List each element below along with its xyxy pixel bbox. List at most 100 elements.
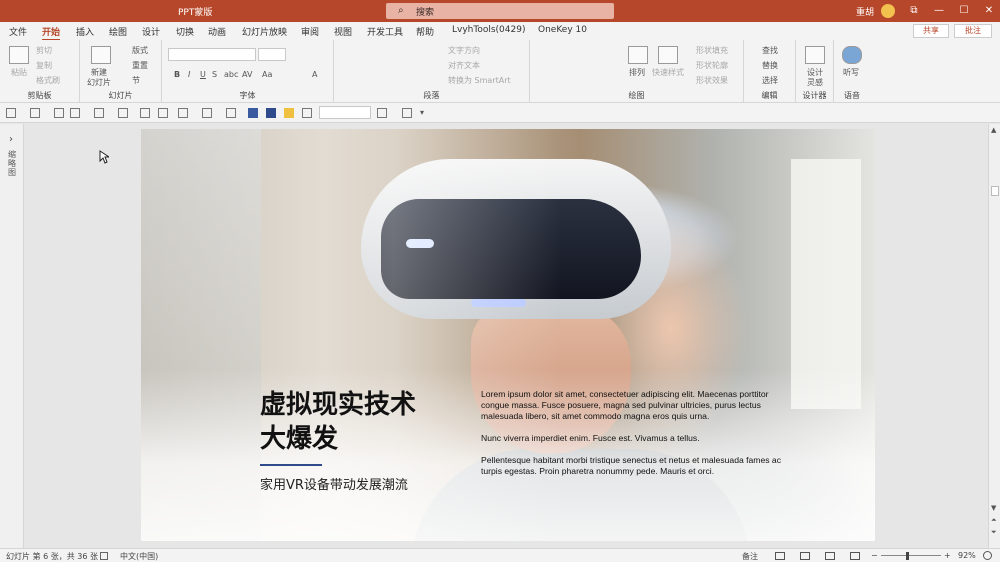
scroll-up-icon[interactable]: ▲	[991, 126, 996, 134]
font-name-combo[interactable]	[168, 48, 256, 61]
change-case-button[interactable]: Aa	[262, 70, 272, 79]
tab-transitions[interactable]: 切换	[176, 25, 194, 38]
merge-shapes-icon[interactable]	[94, 108, 104, 118]
copy-button[interactable]: 复制	[36, 60, 52, 71]
bold-button[interactable]: B	[174, 70, 180, 79]
replace-button[interactable]: 替换	[762, 60, 778, 71]
window-icon[interactable]	[402, 108, 412, 118]
slide-title[interactable]: 虚拟现实技术 大爆发	[260, 388, 480, 456]
slide-sorter-icon[interactable]	[800, 552, 810, 560]
pen-icon[interactable]	[118, 108, 128, 118]
avatar[interactable]	[881, 4, 895, 18]
zoom-out-button[interactable]: −	[871, 551, 878, 560]
color-swatch-icon[interactable]	[248, 108, 258, 118]
brush-icon[interactable]	[54, 108, 64, 118]
font-color-button[interactable]: A	[312, 70, 317, 79]
zoom-in-button[interactable]: +	[944, 551, 951, 560]
select-button[interactable]: 选择	[762, 75, 778, 86]
edit-icon[interactable]	[178, 108, 188, 118]
shape-effects-button[interactable]: 形状效果	[696, 75, 728, 86]
new-slide-button-2[interactable]: 幻灯片	[87, 77, 111, 88]
group-icon[interactable]	[158, 108, 168, 118]
align-icon[interactable]	[6, 108, 16, 118]
dictate-button[interactable]: 听写	[843, 67, 859, 78]
section-button[interactable]: 节	[132, 75, 140, 86]
scroll-thumb[interactable]	[991, 186, 999, 196]
tab-animations[interactable]: 动画	[208, 25, 226, 38]
underline-button[interactable]: U	[200, 70, 206, 79]
comments-button[interactable]: 批注	[954, 24, 992, 38]
zoom-slider-knob[interactable]	[906, 552, 909, 560]
char-spacing-button[interactable]: AV	[242, 70, 252, 79]
find-button[interactable]: 查找	[762, 45, 778, 56]
tab-developer[interactable]: 开发工具	[367, 25, 403, 38]
reset-button[interactable]: 重置	[132, 60, 148, 71]
quick-styles-button[interactable]: 快速样式	[652, 67, 684, 78]
vertical-scrollbar[interactable]: ▲ ▼ ⏶ ⏷	[988, 124, 1000, 548]
zoom-slider[interactable]	[881, 555, 941, 556]
next-slide-icon[interactable]: ⏷	[991, 528, 997, 537]
tab-lvyhtools[interactable]: LvyhTools(0429)	[452, 25, 525, 35]
text-direction-button[interactable]: 文字方向	[448, 45, 480, 56]
shadow-button[interactable]: abc	[224, 70, 238, 79]
frame-icon[interactable]	[302, 108, 312, 118]
shape-fill-button[interactable]: 形状填充	[696, 45, 728, 56]
shape-color-icon[interactable]	[266, 108, 276, 118]
highlight-icon[interactable]	[284, 108, 294, 118]
tab-file[interactable]: 文件	[9, 25, 27, 38]
shape-icon[interactable]	[70, 108, 80, 118]
share-button[interactable]: 共享	[913, 24, 949, 38]
italic-button[interactable]: I	[188, 70, 190, 79]
crop-icon[interactable]	[140, 108, 150, 118]
prev-slide-icon[interactable]: ⏶	[991, 516, 997, 525]
shape-outline-button[interactable]: 形状轮廓	[696, 60, 728, 71]
spellcheck-icon[interactable]	[100, 552, 108, 560]
slide-subtitle[interactable]: 家用VR设备带动发展潮流	[260, 474, 500, 493]
tab-design[interactable]: 设计	[142, 25, 160, 38]
fill-icon[interactable]	[202, 108, 212, 118]
user-name[interactable]: 重胡	[856, 5, 874, 18]
tab-review[interactable]: 审阅	[301, 25, 319, 38]
notes-button[interactable]: 备注	[742, 551, 758, 562]
paste-button[interactable]: 粘贴	[11, 67, 27, 78]
outline-icon[interactable]	[226, 108, 236, 118]
tab-view[interactable]: 视图	[334, 25, 352, 38]
tab-help[interactable]: 帮助	[416, 25, 434, 38]
slide-body-text[interactable]: Lorem ipsum dolor sit amet, consectetuer…	[481, 389, 781, 488]
minimize-button[interactable]: —	[926, 0, 952, 22]
toolbar-combo[interactable]	[319, 106, 371, 119]
arrange-button[interactable]: 排列	[629, 67, 645, 78]
ribbon-display-options-icon[interactable]: ⧉	[901, 0, 927, 22]
expand-thumbnails-icon[interactable]: ›	[9, 134, 13, 145]
align-text-button[interactable]: 对齐文本	[448, 60, 480, 71]
language-status[interactable]: 中文(中国)	[120, 551, 158, 562]
designer-label: 设计器	[802, 91, 827, 100]
tab-onekey[interactable]: OneKey 10	[538, 25, 587, 35]
format-painter-button[interactable]: 格式刷	[36, 75, 60, 86]
convert-smartart-button[interactable]: 转换为 SmartArt	[448, 75, 511, 86]
paragraph-label: 段落	[423, 91, 440, 100]
clipboard-group: 粘贴 剪切 复制 格式刷 剪贴板	[0, 40, 80, 103]
cut-button[interactable]: 剪切	[36, 45, 52, 56]
search-box[interactable]: ⌕ 搜索	[386, 3, 614, 19]
tab-home[interactable]: 开始	[42, 25, 61, 41]
slide[interactable]: 虚拟现实技术 大爆发 家用VR设备带动发展潮流 Lorem ipsum dolo…	[141, 129, 875, 541]
scroll-down-icon[interactable]: ▼	[991, 504, 996, 512]
reading-view-icon[interactable]	[825, 552, 835, 560]
maximize-button[interactable]: ☐	[951, 0, 977, 22]
strikethrough-button[interactable]: S	[212, 70, 217, 79]
slideshow-icon[interactable]	[850, 552, 860, 560]
tab-draw[interactable]: 绘图	[109, 25, 127, 38]
close-button[interactable]: ✕	[976, 0, 1000, 22]
normal-view-icon[interactable]	[775, 552, 785, 560]
zoom-level[interactable]: 92%	[958, 551, 976, 560]
image-icon[interactable]	[377, 108, 387, 118]
fit-to-window-icon[interactable]	[983, 551, 992, 560]
tab-insert[interactable]: 插入	[76, 25, 94, 38]
design-ideas-button-2[interactable]: 灵感	[807, 77, 823, 88]
layout-button[interactable]: 版式	[132, 45, 148, 56]
rotate-icon[interactable]	[30, 108, 40, 118]
tab-slideshow[interactable]: 幻灯片放映	[242, 25, 287, 38]
font-size-combo[interactable]	[258, 48, 286, 61]
customize-icon[interactable]: ▾	[420, 108, 430, 118]
